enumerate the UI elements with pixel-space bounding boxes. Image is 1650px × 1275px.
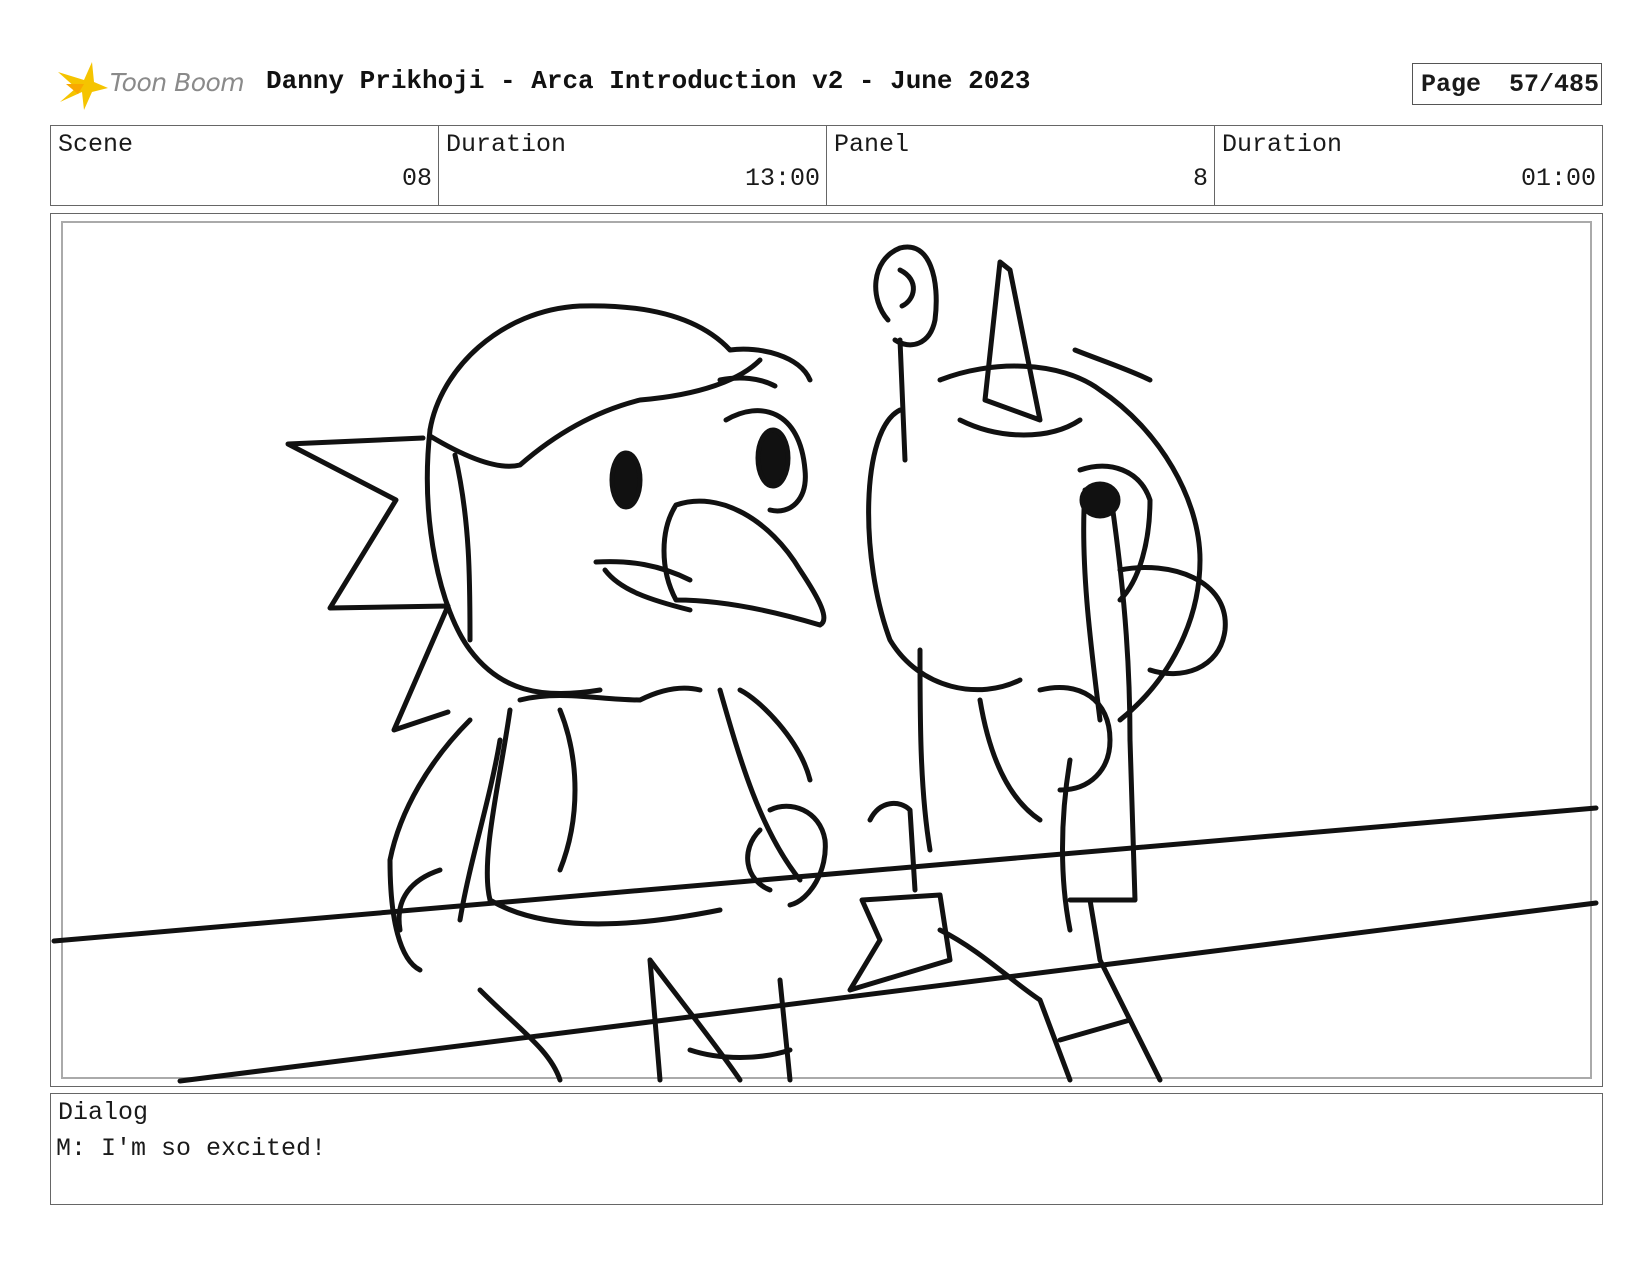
- railing-top-line: [51, 805, 1599, 944]
- right-character-horn: [982, 259, 1043, 423]
- dialog-text: M: I'm so excited!: [56, 1134, 327, 1163]
- right-character-ear: [873, 244, 939, 348]
- storyboard-sketch: [51, 244, 1599, 1084]
- left-character-spikes: [285, 435, 451, 733]
- railing-bottom-line: [177, 900, 1599, 1084]
- dialog-box: Dialog M: I'm so excited!: [50, 1093, 1603, 1205]
- right-character-head: [866, 407, 1023, 693]
- dialog-label: Dialog: [58, 1098, 149, 1127]
- left-character-beak: [661, 498, 827, 628]
